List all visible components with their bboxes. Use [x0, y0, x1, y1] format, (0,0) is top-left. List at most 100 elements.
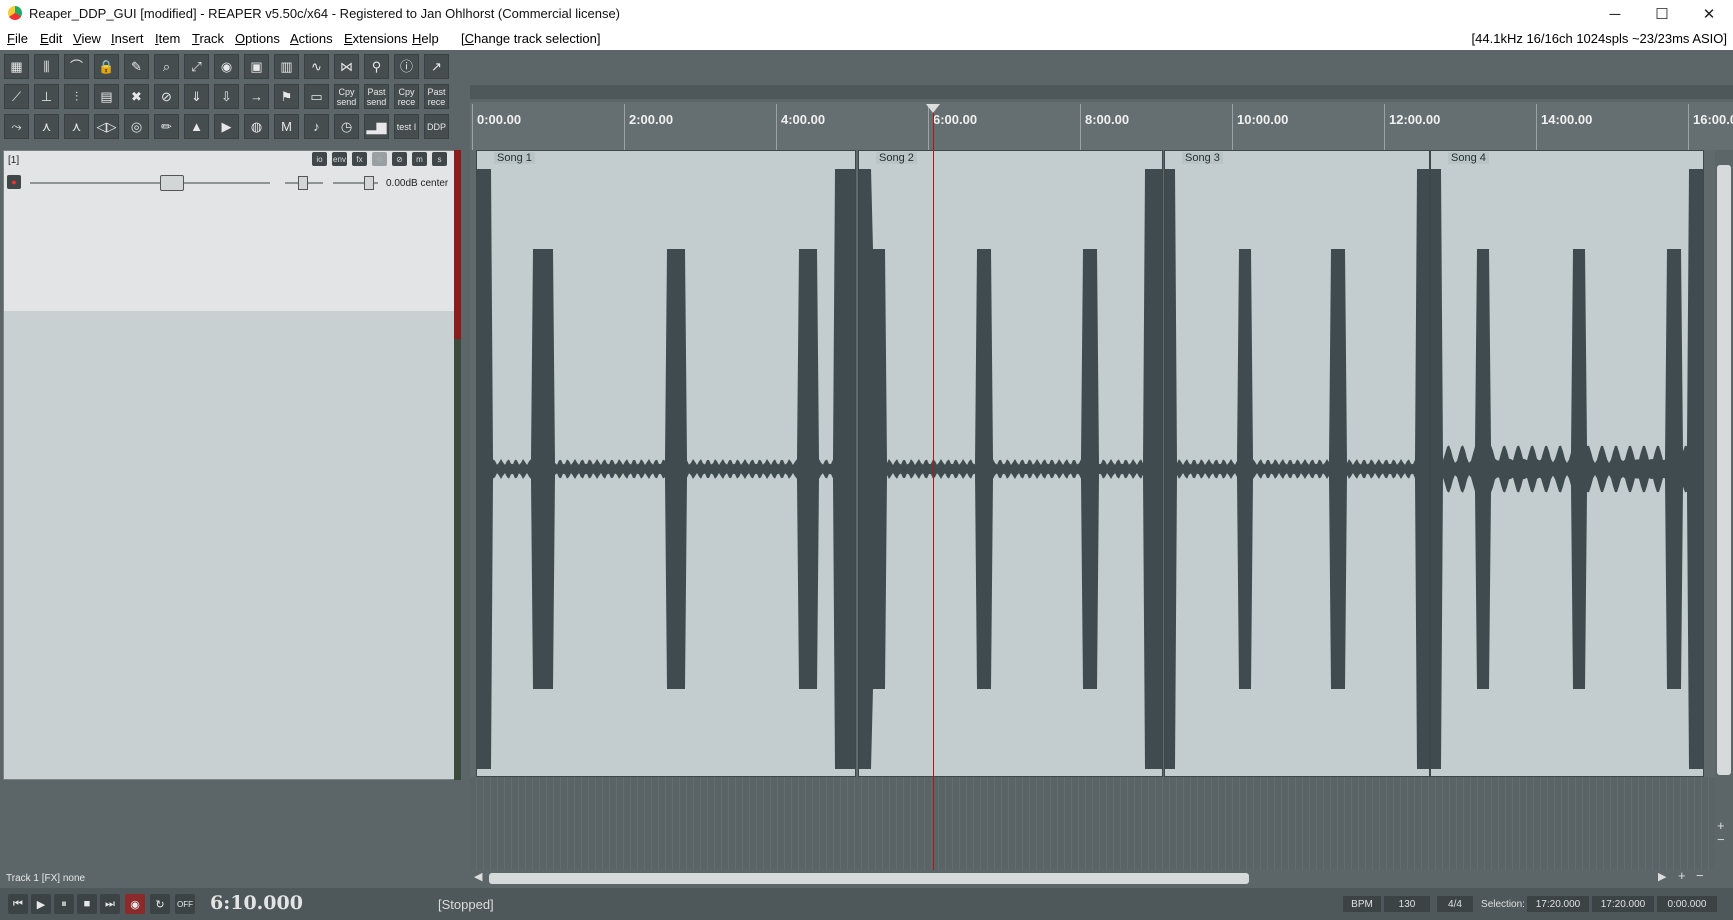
selection-end-field[interactable]: 17:20.000 [1592, 896, 1654, 912]
mute-button[interactable]: m [412, 152, 427, 166]
toolbar-split-button[interactable]: ⫶ [64, 84, 89, 109]
solo-button[interactable]: s [432, 152, 447, 166]
toolbar-envelope-button[interactable]: ∿ [304, 54, 329, 79]
menu-insert[interactable]: Insert [111, 31, 144, 46]
toolbar-marker-button[interactable]: ⚑ [274, 84, 299, 109]
stop-button[interactable]: ■ [77, 894, 97, 914]
bpm-field[interactable]: 130 [1384, 896, 1430, 912]
toolbar-copy-send-button[interactable]: Cpy send [334, 84, 359, 109]
menu-change-track-selection[interactable]: [Change track selection] [461, 31, 600, 46]
menu-help[interactable]: Help [412, 31, 439, 46]
toolbar-arrow-button[interactable]: → [244, 84, 269, 109]
menu-options[interactable]: Options [235, 31, 280, 46]
selection-start-field[interactable]: 17:20.000 [1527, 896, 1589, 912]
toolbar-color-picker-button[interactable]: ▥ [274, 54, 299, 79]
zoom-in-vertical-icon[interactable]: + [1717, 818, 1725, 833]
toolbar-ripple-button[interactable]: ⌒ [64, 54, 89, 79]
metronome-off-button[interactable]: OFF [175, 894, 195, 914]
toolbar-glue-button[interactable]: ⊥ [34, 84, 59, 109]
menu-file[interactable]: File [7, 31, 28, 46]
maximize-button[interactable]: ☐ [1640, 0, 1684, 28]
toolbar-zoom-fit-button[interactable]: ⤢ [184, 54, 209, 79]
selection-length-field[interactable]: 0:00.000 [1657, 896, 1717, 912]
repeat-button[interactable]: ↻ [150, 894, 170, 914]
toolbar-media-button[interactable]: ◎ [124, 114, 149, 139]
scroll-left-icon[interactable]: ◀ [474, 870, 482, 883]
monitor-button[interactable]: ⊘ [392, 152, 407, 166]
toolbar-mute-button[interactable]: ⊘ [154, 84, 179, 109]
waveform [477, 169, 855, 769]
toolbar-drum-button[interactable]: ◍ [244, 114, 269, 139]
toolbar-note-button[interactable]: ♪ [304, 114, 329, 139]
horizontal-scroll-thumb[interactable] [489, 873, 1249, 884]
toolbar-midi-button[interactable]: M [274, 114, 299, 139]
menu-actions[interactable]: Actions [290, 31, 333, 46]
toolbar-env-a-button[interactable]: ⋏ [34, 114, 59, 139]
toolbar-view-button[interactable]: ◉ [214, 54, 239, 79]
track-1-header[interactable] [4, 151, 460, 311]
media-item[interactable] [476, 150, 856, 777]
toolbar-test-button[interactable]: test I [394, 114, 419, 139]
menu-track[interactable]: Track [192, 31, 224, 46]
menu-view[interactable]: View [73, 31, 101, 46]
vertical-scroll-thumb[interactable] [1717, 165, 1731, 775]
menu-item[interactable]: Item [155, 31, 180, 46]
minimize-button[interactable]: ─ [1593, 0, 1637, 28]
menu-edit[interactable]: Edit [40, 31, 62, 46]
play-button[interactable]: ▶ [31, 894, 51, 914]
toolbar-remove-button[interactable]: ⇩ [214, 84, 239, 109]
close-button[interactable]: ✕ [1687, 0, 1731, 28]
toolbar-route-button[interactable]: ⤳ [4, 114, 29, 139]
envelope-button[interactable]: env [332, 152, 347, 166]
toolbar-crossfade-button[interactable]: ⋈ [334, 54, 359, 79]
toolbar-zoom-button[interactable]: ⌕ [154, 54, 179, 79]
toolbar-paste-send-button[interactable]: Past send [364, 84, 389, 109]
toolbar-spectrum-button[interactable]: ▂▆ [364, 114, 389, 139]
record-button[interactable]: ◉ [125, 894, 145, 914]
zoom-out-vertical-icon[interactable]: − [1717, 832, 1725, 847]
toolbar-clock-button[interactable]: ◷ [334, 114, 359, 139]
toolbar-scrub-button[interactable]: ⚲ [364, 54, 389, 79]
region-lane[interactable] [470, 85, 1733, 99]
pan-slider-thumb[interactable] [298, 176, 308, 190]
toolbar-pencil-button[interactable]: ✏ [154, 114, 179, 139]
go-to-end-button[interactable]: ⏭ [100, 894, 120, 914]
toolbar-info-button[interactable]: ⓘ [394, 54, 419, 79]
menu-extensions[interactable]: Extensions [344, 31, 408, 46]
volume-slider-thumb[interactable] [160, 175, 184, 191]
media-item[interactable] [1164, 150, 1430, 777]
toolbar-draw-button[interactable]: ⟋ [4, 84, 29, 109]
toolbar-grid-button[interactable]: ▦ [4, 54, 29, 79]
width-slider-thumb[interactable] [364, 176, 374, 190]
phase-button[interactable]: ◌ [372, 152, 387, 166]
toolbar-paste-rec-button[interactable]: Past rece [424, 84, 449, 109]
zoom-in-horizontal-icon[interactable]: + [1678, 868, 1686, 883]
scroll-right-icon[interactable]: ▶ [1658, 870, 1666, 883]
toolbar-normalize-button[interactable]: ↗ [424, 54, 449, 79]
toolbar-region-button[interactable]: ▭ [304, 84, 329, 109]
fx-button[interactable]: fx [352, 152, 367, 166]
toolbar-lock-button[interactable]: 🔒 [94, 54, 119, 79]
toolbar-ddp-button[interactable]: DDP [424, 114, 449, 139]
toolbar-env-b-button[interactable]: ⋏ [64, 114, 89, 139]
toolbar-nudge-button[interactable]: ◁▷ [94, 114, 119, 139]
io-button[interactable]: io [312, 152, 327, 166]
media-item[interactable] [1430, 150, 1704, 777]
toolbar-color-button[interactable]: ▣ [244, 54, 269, 79]
time-signature-field[interactable]: 4/4 [1437, 896, 1473, 912]
toolbar-item-edit-button[interactable]: ✎ [124, 54, 149, 79]
toolbar-copy-rec-button[interactable]: Cpy rece [394, 84, 419, 109]
toolbar-play-tool-button[interactable]: ▶ [214, 114, 239, 139]
toolbar-item-props-button[interactable]: ▤ [94, 84, 119, 109]
media-item[interactable] [858, 150, 1163, 777]
edit-cursor [933, 104, 934, 882]
toolbar-up-button[interactable]: ▲ [184, 114, 209, 139]
toolbar-snap-button[interactable]: ⫼ [34, 54, 59, 79]
empty-track-area[interactable] [470, 777, 1715, 870]
toolbar-insert-button[interactable]: ⇓ [184, 84, 209, 109]
go-to-start-button[interactable]: ⏮ [8, 894, 28, 914]
zoom-out-horizontal-icon[interactable]: − [1696, 868, 1704, 883]
record-arm-button[interactable]: ● [7, 175, 21, 189]
pause-button[interactable]: ⏸ [54, 894, 74, 914]
toolbar-delete-button[interactable]: ✖ [124, 84, 149, 109]
